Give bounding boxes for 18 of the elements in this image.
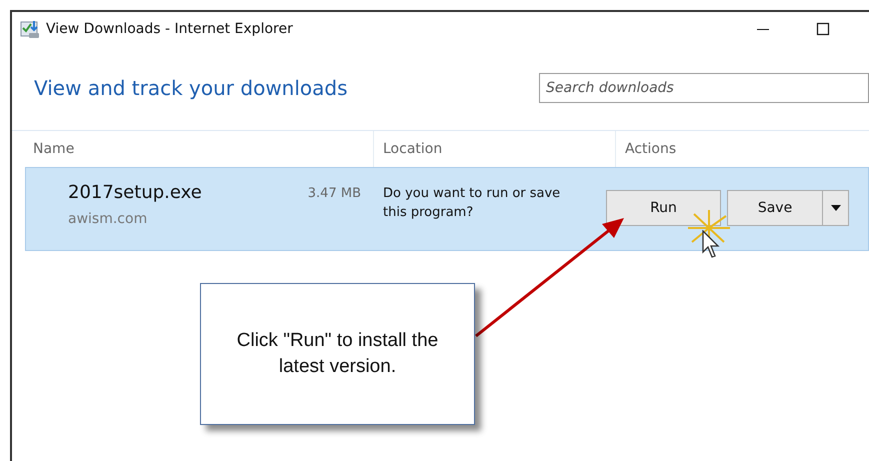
file-name: 2017setup.exe	[68, 182, 202, 203]
download-row[interactable]: 2017setup.exe 3.47 MB awism.com Do you want to run or save this program? Run Save	[25, 167, 869, 251]
callout-text: Click "Run" to install the latest version.	[236, 329, 440, 379]
run-button[interactable]: Run	[606, 190, 721, 226]
search-field[interactable]: Search downloads	[539, 73, 869, 103]
column-header[interactable]: Name	[12, 131, 373, 167]
file-source: awism.com	[68, 211, 148, 227]
page-heading: View and track your downloads	[34, 76, 348, 100]
save-button[interactable]: Save	[727, 190, 823, 226]
dropdown-button[interactable]	[823, 190, 849, 226]
maximize-icon	[816, 22, 830, 36]
mouse-cursor-icon	[702, 230, 722, 260]
file-size: 3.47 MB	[308, 185, 361, 203]
caret-icon	[830, 205, 840, 211]
window-title: View Downloads - Internet Explorer	[46, 21, 293, 37]
download-icon	[20, 19, 40, 39]
minimize-icon	[757, 28, 769, 30]
location-text: Do you want to run or save this program?	[382, 185, 562, 222]
